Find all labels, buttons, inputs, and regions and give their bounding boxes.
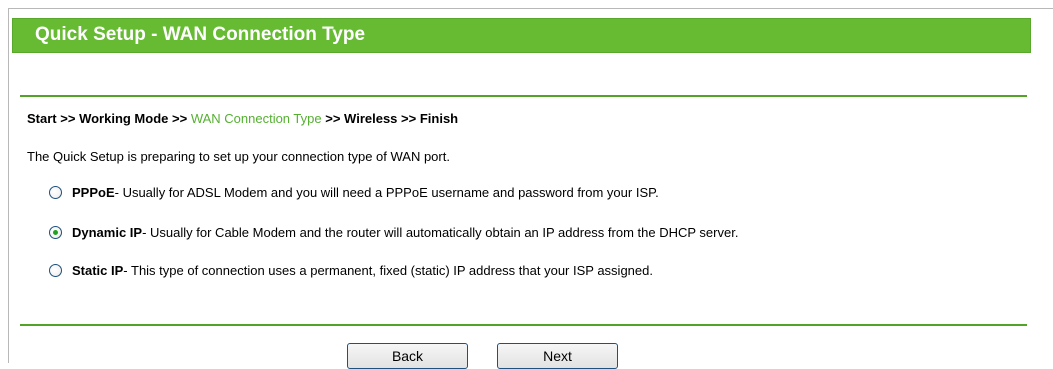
option-static-ip[interactable]: Static IP - This type of connection uses… — [49, 260, 653, 280]
divider-top — [20, 95, 1027, 97]
back-button[interactable]: Back — [347, 343, 468, 369]
option-pppoe-description: - Usually for ADSL Modem and you will ne… — [114, 184, 659, 200]
breadcrumb-start: Start — [27, 111, 57, 126]
intro-text: The Quick Setup is preparing to set up y… — [27, 149, 450, 164]
breadcrumb-separator: >> — [325, 111, 341, 126]
breadcrumb-finish: Finish — [419, 111, 459, 126]
breadcrumb: Start >> Working Mode >> WAN Connection … — [27, 111, 458, 126]
option-static-ip-name: Static IP — [72, 262, 124, 278]
breadcrumb-wan-connection-type: WAN Connection Type — [190, 111, 322, 126]
breadcrumb-working-mode: Working Mode — [79, 111, 169, 126]
option-pppoe-name: PPPoE — [72, 184, 115, 200]
radio-dynamic-ip[interactable] — [49, 225, 62, 239]
next-button[interactable]: Next — [497, 343, 618, 369]
breadcrumb-separator: >> — [60, 111, 76, 126]
page-title: Quick Setup - WAN Connection Type — [35, 24, 366, 45]
option-pppoe[interactable]: PPPoE - Usually for ADSL Modem and you w… — [49, 182, 659, 202]
radio-static-ip[interactable] — [49, 263, 62, 277]
option-dynamic-ip-name: Dynamic IP — [72, 224, 143, 240]
radio-pppoe[interactable] — [49, 185, 62, 199]
breadcrumb-wireless: Wireless — [344, 111, 398, 126]
option-static-ip-description: - This type of connection uses a permane… — [123, 262, 653, 278]
option-dynamic-ip-description: - Usually for Cable Modem and the router… — [142, 224, 739, 240]
divider-bottom — [20, 324, 1027, 326]
breadcrumb-separator: >> — [172, 111, 188, 126]
option-dynamic-ip[interactable]: Dynamic IP - Usually for Cable Modem and… — [49, 222, 738, 242]
section-header: Quick Setup - WAN Connection Type — [12, 18, 1031, 53]
breadcrumb-separator: >> — [401, 111, 417, 126]
